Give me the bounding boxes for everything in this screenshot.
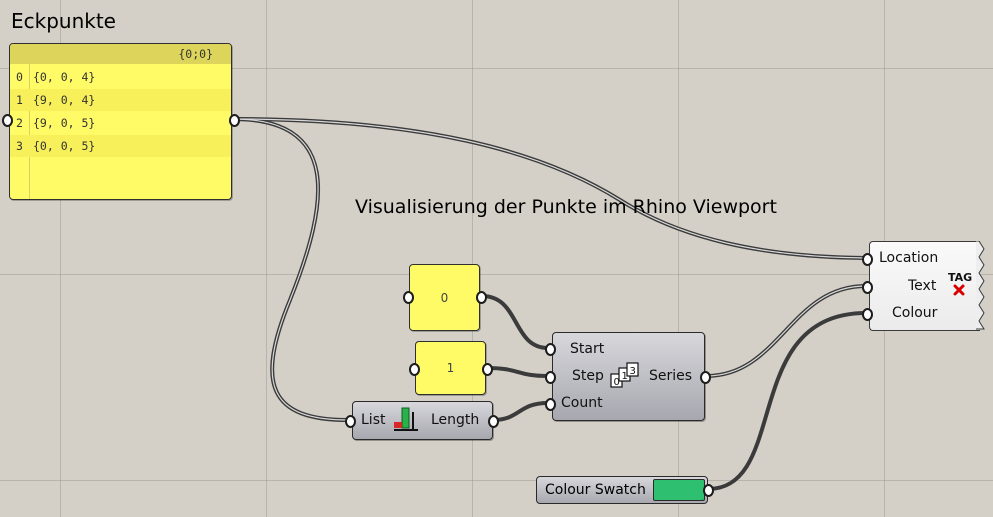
panel-row: 3 {0, 0, 5} [10, 135, 231, 157]
colour-swatch-output-port[interactable] [703, 484, 714, 497]
row-value: {9, 0, 5} [33, 116, 96, 130]
wire-count [491, 401, 550, 422]
tag-text-port[interactable] [862, 281, 873, 294]
start-param[interactable]: 0 [409, 264, 480, 331]
step-param-output-port[interactable] [482, 363, 493, 376]
series-output-label: Series [649, 368, 693, 384]
tag-icon: TAG [948, 271, 973, 284]
length-output-port[interactable] [488, 415, 499, 428]
panel-header: {0;0} [10, 44, 231, 64]
list-input-port[interactable] [345, 415, 356, 428]
wire-start [480, 294, 550, 350]
step-param-input-port[interactable] [409, 363, 420, 376]
tag-colour-label: Colour [892, 305, 938, 321]
series-start-label: Start [570, 341, 605, 357]
length-output-label: Length [431, 412, 480, 428]
panel-output-port[interactable] [229, 114, 240, 127]
panel-row: 0 {0, 0, 4} [10, 66, 231, 88]
wire-swatch-to-colour [706, 311, 868, 491]
series-count-label: Count [561, 395, 603, 411]
start-param-input-port[interactable] [403, 291, 414, 304]
step-param[interactable]: 1 [415, 341, 486, 395]
panel-title: Eckpunkte [11, 9, 116, 33]
series-start-port[interactable] [545, 343, 556, 356]
start-param-output-port[interactable] [476, 291, 487, 304]
row-value: {0, 0, 4} [33, 70, 96, 84]
tag-zigzag-edge [976, 241, 985, 330]
row-index: 2 [16, 116, 23, 130]
canvas-caption: Visualisierung der Punkte im Rhino Viewp… [355, 196, 777, 218]
colour-swatch-label: Colour Swatch [545, 482, 646, 498]
row-value: {9, 0, 4} [33, 93, 96, 107]
list-input-label: List [361, 412, 386, 428]
list-length-icon [394, 407, 418, 431]
row-index: 0 [16, 70, 23, 84]
series-component[interactable]: Start Step Count Series 0 1 3 [552, 332, 705, 421]
wire-step [485, 366, 550, 378]
panel-row: 2 {9, 0, 5} [10, 112, 231, 134]
tag-text-label: Text [908, 278, 937, 294]
error-x-icon [953, 284, 965, 296]
colour-swatch-fill[interactable] [653, 479, 705, 501]
start-value: 0 [440, 290, 449, 305]
tag-colour-port[interactable] [862, 308, 873, 321]
panel-path: {0;0} [178, 47, 213, 61]
wire-panel-to-location [231, 117, 868, 260]
series-step-port[interactable] [545, 371, 556, 384]
tag-location-port[interactable] [862, 253, 873, 266]
series-count-port[interactable] [545, 398, 556, 411]
step-value: 1 [446, 361, 455, 375]
panel-input-port[interactable] [2, 114, 13, 127]
eckpunkte-panel[interactable]: {0;0} 0 {0, 0, 4} 1 {9, 0, 4} 2 {9, 0, 5… [9, 43, 232, 200]
list-length-component[interactable]: List Length [352, 401, 493, 440]
series-icon: 0 1 3 [610, 362, 639, 388]
tag-component[interactable]: Location Text Colour TAG [869, 241, 980, 331]
row-index: 3 [16, 139, 23, 153]
series-step-label: Step [572, 368, 604, 384]
svg-text:3: 3 [630, 366, 636, 377]
row-index: 1 [16, 93, 23, 107]
series-output-port[interactable] [700, 371, 711, 384]
panel-row: 1 {9, 0, 4} [10, 89, 231, 111]
tag-location-label: Location [879, 250, 939, 266]
row-value: {0, 0, 5} [33, 139, 96, 153]
colour-swatch-component[interactable]: Colour Swatch [536, 476, 708, 504]
wire-panel-to-list [231, 117, 350, 422]
